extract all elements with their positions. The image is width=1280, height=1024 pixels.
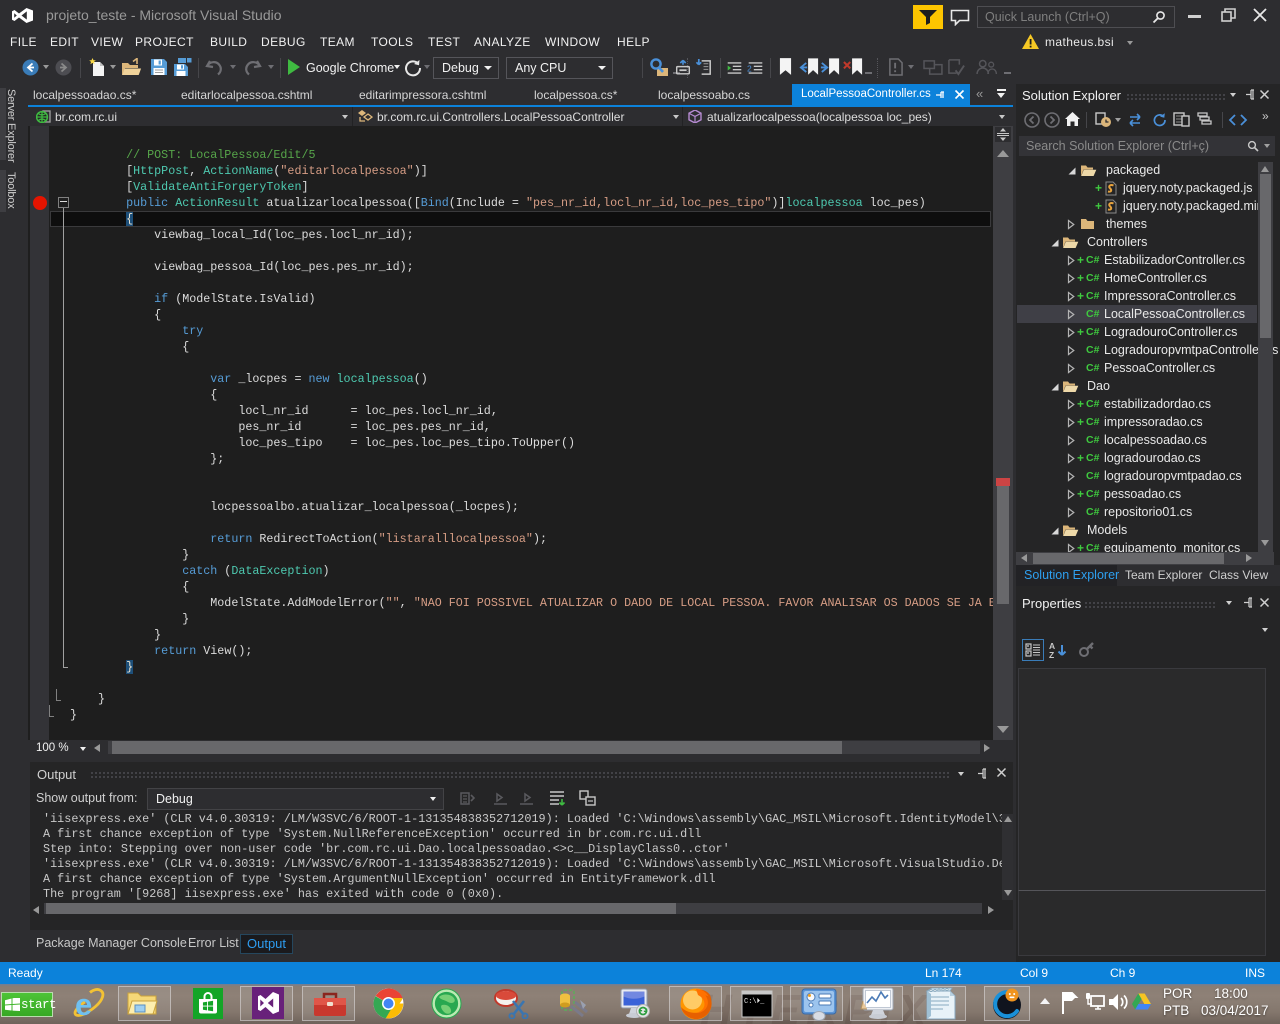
- svg-text:C:\⏵_: C:\⏵_: [744, 998, 765, 1006]
- svg-text:2: 2: [747, 63, 752, 73]
- svg-text:e: e: [75, 987, 92, 1020]
- svg-text:Z: Z: [1049, 650, 1054, 659]
